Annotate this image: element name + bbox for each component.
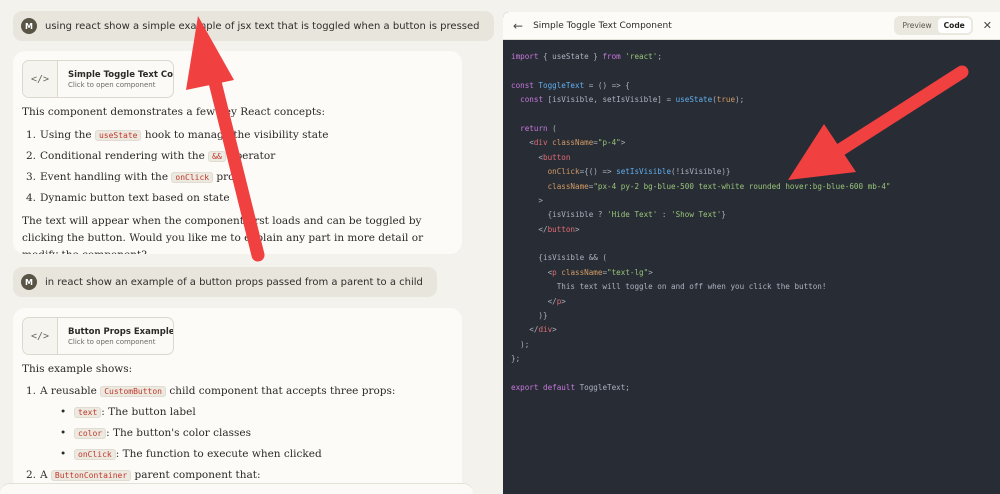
assistant-reply: </> Simple Toggle Text Component Click t… [13, 51, 462, 254]
props-list: text: The button label color: The button… [60, 402, 452, 465]
view-toggle: Preview Code [894, 16, 973, 35]
code-icon: </> [23, 61, 58, 97]
code-line: export default ToggleText; [511, 382, 630, 392]
code-line: return ( [520, 123, 557, 133]
artifact-header: ← Simple Toggle Text Component Preview C… [503, 12, 1000, 40]
code-line: </p> [511, 296, 566, 306]
code-line: className="px-4 py-2 bg-blue-500 text-wh… [511, 181, 891, 191]
code-block: import { useState } from 'react'; const … [503, 40, 1000, 395]
reply-intro: This component demonstrates a few key Re… [22, 106, 325, 118]
code-line: onClick={() => setIsVisible(!isVisible)} [511, 167, 731, 177]
list-item: 2. Conditional rendering with the && oper… [26, 150, 276, 162]
code-line: </button> [511, 224, 580, 234]
list-item: text: The button label [60, 402, 452, 423]
code-line: )} [511, 311, 548, 321]
artifact-subtitle: Click to open component [68, 337, 156, 346]
artifact-panel-title: Simple Toggle Text Component [533, 20, 672, 31]
inline-code: onClick [74, 449, 116, 460]
code-line: <p className="text-lg"> [511, 267, 653, 277]
list-item: color: The button's color classes [60, 423, 452, 444]
user-message: M using react show a simple example of j… [13, 11, 494, 41]
example-list: 1. A reusable CustomButton child componen… [22, 381, 452, 486]
code-line: }; [511, 354, 521, 364]
code-line: <div className="p-4"> [511, 138, 626, 148]
code-icon: </> [23, 318, 58, 354]
list-item: 1. Using the useState hook to manage the … [26, 129, 329, 141]
user-avatar: M [21, 18, 37, 34]
user-avatar: M [21, 274, 37, 290]
inline-code: onClick [171, 172, 214, 183]
close-icon[interactable]: ✕ [983, 19, 992, 32]
list-item: 1. A reusable CustomButton child componen… [22, 381, 452, 465]
inline-code: text [74, 407, 102, 418]
reply-outro: The text will appear when the component … [22, 215, 424, 254]
code-line: ); [511, 339, 530, 349]
code-line: import { useState } from 'react'; [511, 52, 662, 61]
concept-list: 1. Using the useState hook to manage the … [22, 125, 452, 209]
artifact-subtitle: Click to open component [68, 80, 156, 89]
reply-intro: This example shows: [22, 363, 133, 375]
code-line: This text will toggle on and off when yo… [511, 282, 827, 292]
tab-code[interactable]: Code [937, 18, 971, 33]
code-line: const ToggleText = () => { [511, 80, 630, 90]
list-item: 3. Event handling with the onClick prop [26, 171, 242, 183]
artifact-panel: ← Simple Toggle Text Component Preview C… [503, 12, 1000, 494]
list-item: onClick: The function to execute when cl… [60, 444, 452, 465]
code-line: {isVisible ? 'Hide Text' : 'Show Text'} [511, 210, 726, 220]
artifact-card-toggle-text[interactable]: </> Simple Toggle Text Component Click t… [22, 60, 174, 98]
artifact-title: Simple Toggle Text Component [68, 69, 173, 80]
assistant-reply: </> Button Props Example Click to open c… [13, 308, 462, 494]
code-line: <button [511, 152, 571, 162]
tab-preview[interactable]: Preview [896, 18, 937, 33]
user-message-text: in react show an example of a button pro… [45, 276, 423, 288]
inline-code: color [74, 428, 107, 439]
code-line: > [511, 195, 544, 205]
inline-code: CustomButton [100, 386, 166, 397]
artifact-card-button-props[interactable]: </> Button Props Example Click to open c… [22, 317, 174, 355]
code-line: </div> [511, 325, 557, 335]
inline-code: ButtonContainer [50, 470, 132, 481]
user-message-text: using react show a simple example of jsx… [45, 20, 480, 32]
back-arrow-icon[interactable]: ← [513, 19, 523, 33]
inline-code: && [208, 151, 226, 162]
artifact-title: Button Props Example [68, 326, 173, 337]
list-item: 4. Dynamic button text based on state [26, 192, 230, 204]
inline-code: useState [94, 130, 142, 141]
code-line: const [isVisible, setIsVisible] = useSta… [520, 95, 745, 105]
code-line: {isVisible && ( [511, 253, 608, 263]
message-input-bar[interactable] [0, 483, 473, 494]
chat-pane: M using react show a simple example of j… [0, 0, 503, 494]
user-message: M in react show an example of a button p… [13, 267, 437, 297]
